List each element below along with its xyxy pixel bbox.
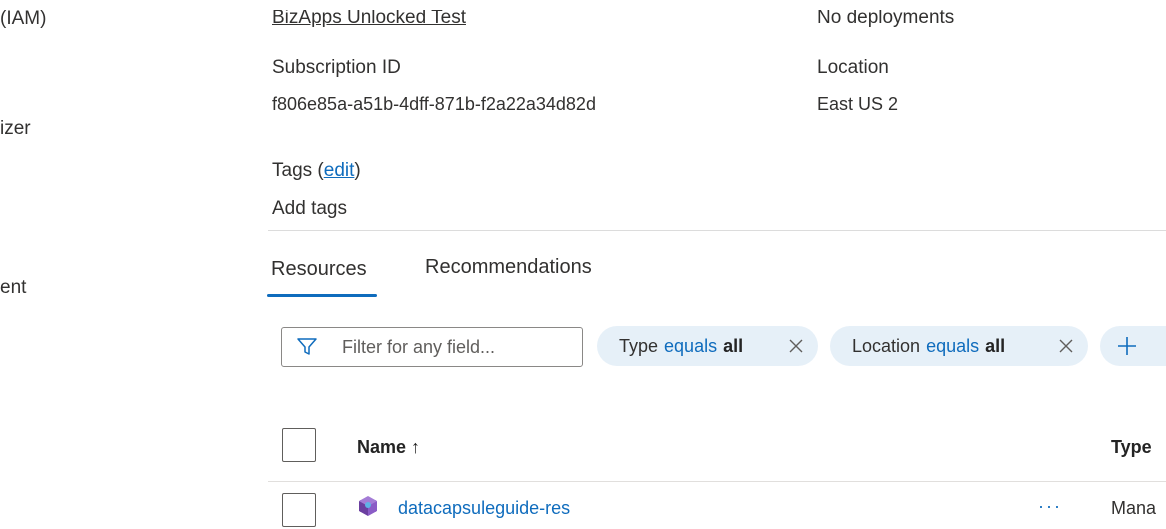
resource-group-icon [359, 496, 377, 516]
add-icon [1118, 337, 1136, 355]
pill-field: Location [852, 335, 921, 356]
pill-field: Type [619, 335, 659, 356]
pill-value: all [985, 335, 1006, 356]
nav-item-advisor[interactable]: izer [0, 118, 31, 140]
add-filter-button[interactable] [1100, 326, 1166, 366]
tags-close-paren: ) [354, 160, 361, 181]
tags-row: Tags (edit) [272, 160, 361, 182]
pill-operator: equals [926, 335, 980, 356]
resource-name-link[interactable]: datacapsuleguide-res [398, 498, 570, 519]
close-icon[interactable] [787, 337, 805, 355]
location-label: Location [817, 57, 889, 78]
column-header-name[interactable]: Name ↑ [357, 437, 420, 458]
row-divider [268, 481, 1166, 482]
filter-icon [297, 338, 317, 355]
type-filter-pill[interactable]: Type equals all [597, 326, 818, 366]
nav-item-iam[interactable]: (IAM) [0, 8, 46, 30]
add-tags-link[interactable]: Add tags [272, 198, 347, 220]
filter-field[interactable] [281, 327, 583, 367]
subscription-id-label: Subscription ID [272, 57, 401, 78]
location-value: East US 2 [817, 94, 899, 114]
tab-resources[interactable]: Resources [271, 258, 367, 281]
more-actions-button[interactable]: ··· [1038, 496, 1062, 517]
filter-input[interactable] [342, 334, 572, 360]
section-divider [268, 230, 1166, 231]
nav-item-management[interactable]: ent [0, 277, 26, 299]
resource-type: Mana [1111, 498, 1157, 518]
subscription-id-value: f806e85a-a51b-4dff-871b-f2a22a34d82d [272, 94, 596, 114]
tags-edit-link[interactable]: edit [324, 160, 355, 181]
close-icon[interactable] [1057, 337, 1075, 355]
deployments-link[interactable]: No deployments [817, 10, 954, 29]
location-filter-pill[interactable]: Location equals all [830, 326, 1088, 366]
subscription-name-link[interactable]: BizApps Unlocked Test [272, 10, 466, 29]
tags-label: Tags ( [272, 160, 324, 181]
select-all-checkbox[interactable] [282, 428, 316, 462]
column-header-type[interactable]: Type [1111, 437, 1152, 458]
row-checkbox[interactable] [282, 493, 316, 527]
pill-operator: equals [664, 335, 718, 356]
selected-tab-indicator [267, 294, 377, 297]
tab-recommendations[interactable]: Recommendations [425, 256, 592, 279]
pill-value: all [723, 335, 744, 356]
